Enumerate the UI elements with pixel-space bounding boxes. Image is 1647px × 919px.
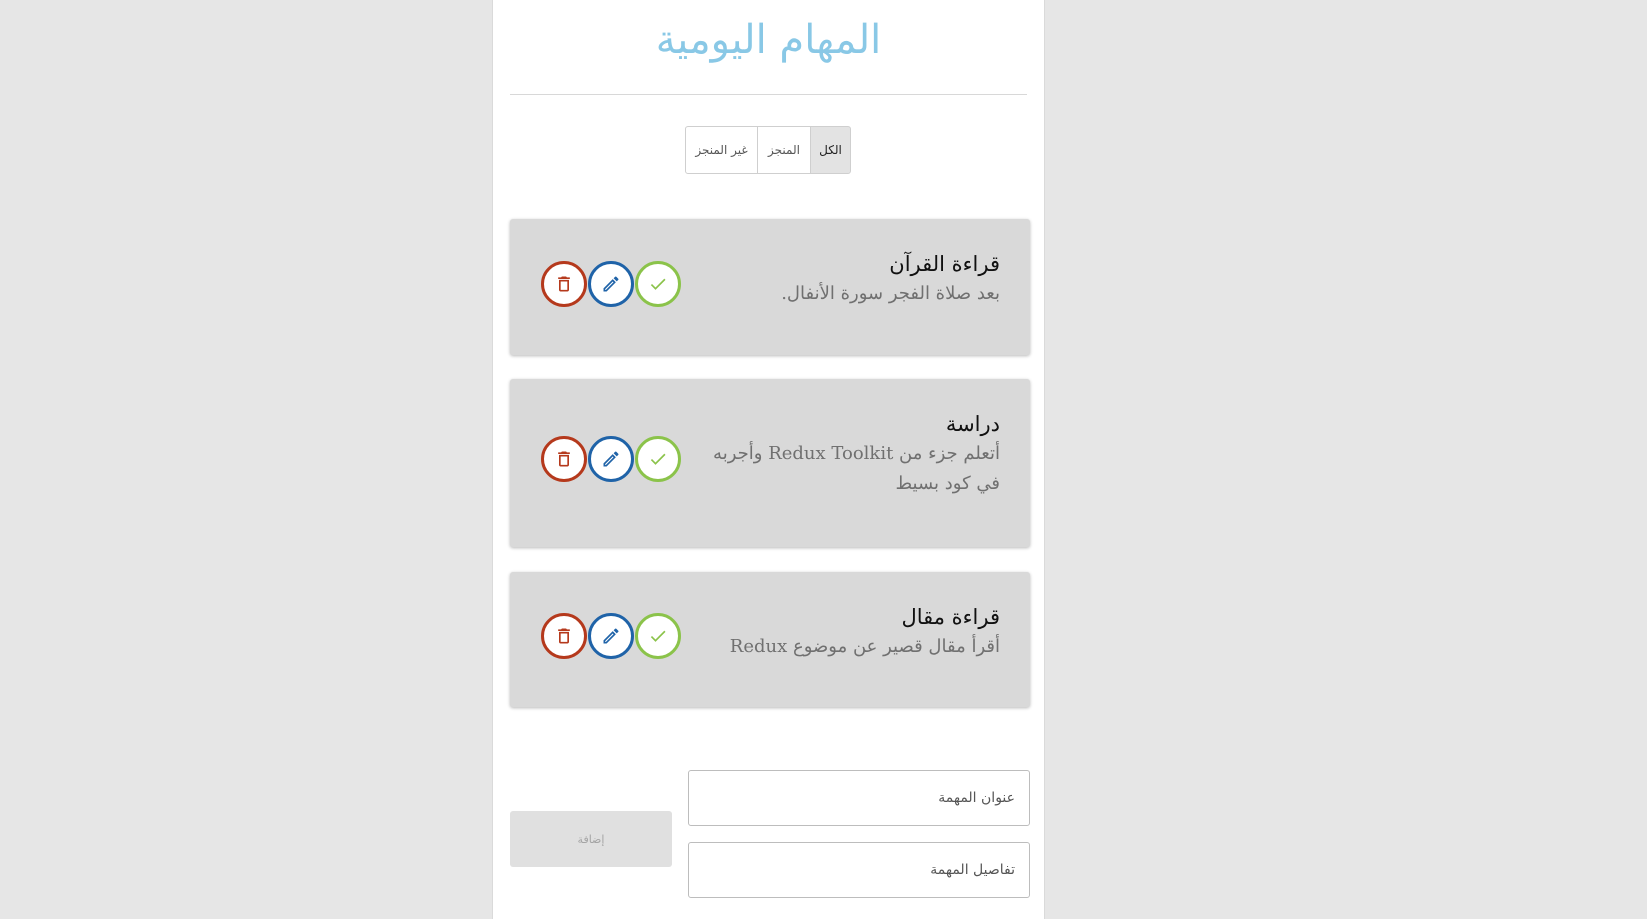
- delete-task-button[interactable]: [541, 436, 587, 482]
- task-text: قراءة مقال أقرأ مقال قصير عن موضوع Redux: [700, 604, 1000, 662]
- task-details: بعد صلاة الفجر سورة الأنفال.: [781, 283, 1000, 304]
- task-title: قراءة مقال: [901, 605, 1000, 629]
- task-actions: [541, 261, 681, 307]
- pencil-icon: [603, 628, 619, 644]
- complete-task-button[interactable]: [635, 613, 681, 659]
- trash-icon: [558, 276, 570, 292]
- task-card: قراءة القرآن بعد صلاة الفجر سورة الأنفال…: [510, 219, 1030, 355]
- pencil-icon: [603, 451, 619, 467]
- task-details: أقرأ مقال قصير عن موضوع Redux: [729, 636, 1000, 657]
- filter-toggle-group: الكل المنجز غير المنجز: [685, 126, 851, 174]
- task-title: دراسة: [945, 412, 1000, 436]
- edit-task-button[interactable]: [588, 261, 634, 307]
- complete-task-button[interactable]: [635, 436, 681, 482]
- trash-icon: [558, 628, 570, 644]
- edit-task-button[interactable]: [588, 613, 634, 659]
- complete-task-button[interactable]: [635, 261, 681, 307]
- delete-task-button[interactable]: [541, 261, 587, 307]
- task-title-input[interactable]: [688, 770, 1030, 826]
- task-title: قراءة القرآن: [889, 252, 1000, 276]
- check-icon: [650, 630, 666, 642]
- task-card: قراءة مقال أقرأ مقال قصير عن موضوع Redux: [510, 572, 1030, 707]
- task-actions: [541, 613, 681, 659]
- task-card: دراسة أتعلم جزء من Redux Toolkit وأجربه …: [510, 379, 1030, 547]
- check-icon: [650, 453, 666, 465]
- task-details-input[interactable]: [688, 842, 1030, 898]
- filter-not-done-button[interactable]: غير المنجز: [685, 126, 758, 174]
- delete-task-button[interactable]: [541, 613, 587, 659]
- pencil-icon: [603, 276, 619, 292]
- todo-panel: المهام اليومية الكل المنجز غير المنجز قر…: [492, 0, 1045, 919]
- task-details: أتعلم جزء من Redux Toolkit وأجربه في كود…: [713, 443, 1000, 494]
- title-divider: [510, 94, 1027, 95]
- check-icon: [650, 278, 666, 290]
- trash-icon: [558, 451, 570, 467]
- task-text: دراسة أتعلم جزء من Redux Toolkit وأجربه …: [700, 411, 1000, 499]
- page-title: المهام اليومية: [655, 17, 882, 63]
- edit-task-button[interactable]: [588, 436, 634, 482]
- task-text: قراءة القرآن بعد صلاة الفجر سورة الأنفال…: [700, 251, 1000, 309]
- filter-all-button[interactable]: الكل: [810, 126, 851, 174]
- task-actions: [541, 436, 681, 482]
- filter-done-button[interactable]: المنجز: [758, 126, 810, 174]
- add-task-button[interactable]: إضافة: [510, 811, 672, 867]
